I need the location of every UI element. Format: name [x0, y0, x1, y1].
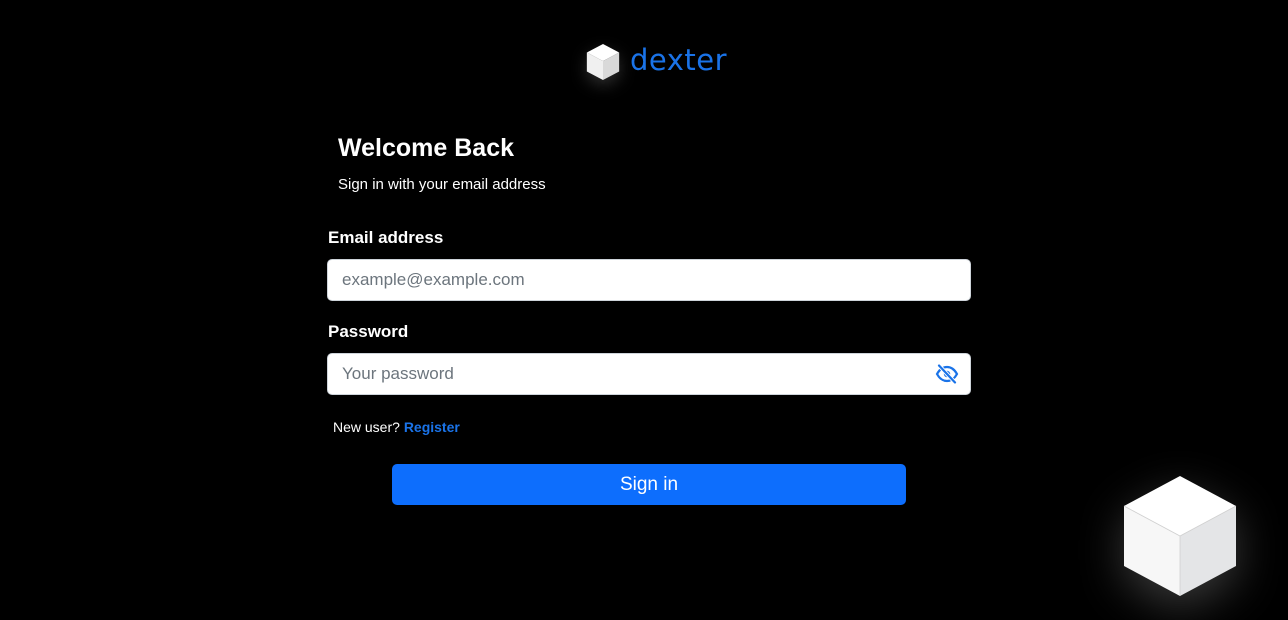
cube-icon	[1123, 476, 1237, 596]
email-label: Email address	[328, 228, 444, 247]
password-label: Password	[328, 322, 409, 341]
sign-in-button[interactable]: Sign in	[392, 464, 906, 505]
email-field-container	[327, 259, 971, 301]
eye-slash-icon[interactable]	[934, 363, 960, 385]
brand-name: dexter	[630, 42, 728, 77]
register-prompt-text: New user?	[333, 419, 400, 435]
page-subtitle: Sign in with your email address	[338, 176, 546, 193]
email-field[interactable]	[328, 260, 970, 300]
register-link[interactable]: Register	[404, 419, 460, 435]
login-page: dexter Welcome Back Sign in with your em…	[0, 0, 1288, 620]
password-field-container	[327, 353, 971, 395]
page-title: Welcome Back	[338, 134, 515, 162]
cube-icon	[586, 43, 620, 81]
register-prompt: New user? Register	[333, 419, 460, 435]
brand-logo: dexter	[584, 42, 727, 82]
password-field[interactable]	[328, 354, 934, 394]
